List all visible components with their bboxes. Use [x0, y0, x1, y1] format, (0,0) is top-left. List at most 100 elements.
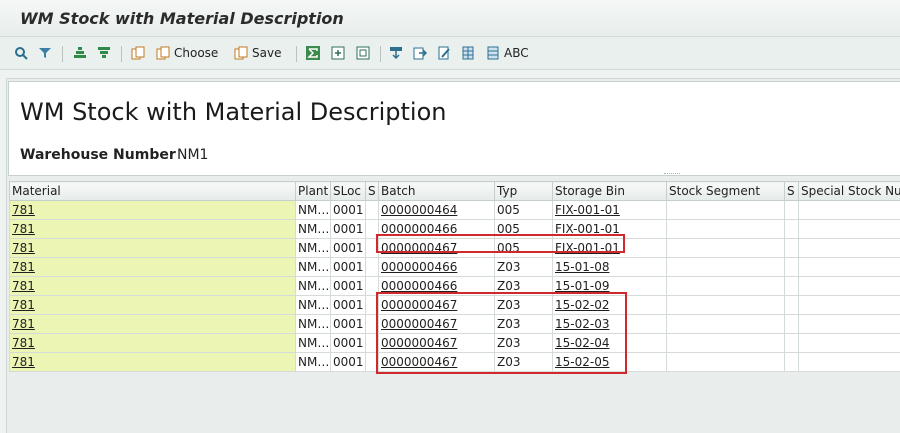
- abc-analysis-button[interactable]: ABC: [486, 43, 529, 63]
- sort-ascending-icon[interactable]: [73, 43, 87, 63]
- cell-storage-bin[interactable]: 15-02-02: [553, 296, 667, 315]
- storage-bin-value[interactable]: 15-02-03: [555, 317, 609, 331]
- column-header-s2[interactable]: S: [785, 182, 799, 201]
- splitter-handle[interactable]: [664, 173, 680, 177]
- cell-batch[interactable]: 0000000467: [379, 239, 495, 258]
- material-value[interactable]: 781: [12, 241, 35, 255]
- cell-material[interactable]: 781: [10, 201, 296, 220]
- cell-batch[interactable]: 0000000467: [379, 315, 495, 334]
- batch-value[interactable]: 0000000467: [381, 355, 457, 369]
- column-header-stock-segment[interactable]: Stock Segment: [667, 182, 785, 201]
- storage-bin-value[interactable]: FIX-001-01: [555, 203, 620, 217]
- batch-value[interactable]: 0000000466: [381, 222, 457, 236]
- cell-storage-bin[interactable]: 15-01-08: [553, 258, 667, 277]
- cell-batch[interactable]: 0000000464: [379, 201, 495, 220]
- expand-icon[interactable]: [356, 43, 370, 63]
- column-header-s[interactable]: S: [366, 182, 379, 201]
- subtotal-icon[interactable]: [331, 43, 345, 63]
- cell-storage-bin[interactable]: FIX-001-01: [553, 239, 667, 258]
- detail-icon[interactable]: [14, 43, 28, 63]
- material-value[interactable]: 781: [12, 260, 35, 274]
- cell-batch[interactable]: 0000000467: [379, 353, 495, 372]
- change-layout-icon[interactable]: [437, 43, 451, 63]
- cell-material[interactable]: 781: [10, 296, 296, 315]
- cell-material[interactable]: 781: [10, 315, 296, 334]
- table-row[interactable]: 781NM…00010000000466Z0315-01-09: [10, 277, 900, 296]
- sum-icon[interactable]: [306, 43, 320, 63]
- sloc-value: 0001: [333, 298, 364, 312]
- table-row[interactable]: 781NM…00010000000467005FIX-001-01: [10, 239, 900, 258]
- material-value[interactable]: 781: [12, 279, 35, 293]
- page-title: WM Stock with Material Description: [20, 98, 446, 126]
- spreadsheet-icon[interactable]: [461, 43, 475, 63]
- batch-value[interactable]: 0000000467: [381, 317, 457, 331]
- cell-batch[interactable]: 0000000466: [379, 220, 495, 239]
- table-row[interactable]: 781NM…00010000000467Z0315-02-03: [10, 315, 900, 334]
- sloc-value: 0001: [333, 260, 364, 274]
- column-header-special-stock-num[interactable]: Special Stock Num: [799, 182, 900, 201]
- material-value[interactable]: 781: [12, 222, 35, 236]
- column-header-storage-bin[interactable]: Storage Bin: [553, 182, 667, 201]
- column-header-sloc[interactable]: SLoc: [331, 182, 366, 201]
- cell-storage-bin[interactable]: 15-02-05: [553, 353, 667, 372]
- cell-material[interactable]: 781: [10, 277, 296, 296]
- cell-storage-bin[interactable]: 15-02-04: [553, 334, 667, 353]
- save-button[interactable]: Save: [234, 43, 281, 63]
- cell-storage-bin[interactable]: FIX-001-01: [553, 201, 667, 220]
- storage-bin-value[interactable]: FIX-001-01: [555, 241, 620, 255]
- batch-value[interactable]: 0000000467: [381, 241, 457, 255]
- storage-bin-value[interactable]: 15-01-09: [555, 279, 609, 293]
- storage-bin-value[interactable]: 15-02-02: [555, 298, 609, 312]
- table-row[interactable]: 781NM…00010000000464005FIX-001-01: [10, 201, 900, 220]
- choose-icon: [156, 46, 170, 60]
- batch-value[interactable]: 0000000467: [381, 336, 457, 350]
- cell-material[interactable]: 781: [10, 353, 296, 372]
- batch-value[interactable]: 0000000466: [381, 279, 457, 293]
- column-header-typ[interactable]: Typ: [495, 182, 553, 201]
- cell-batch[interactable]: 0000000467: [379, 334, 495, 353]
- cell-storage-bin[interactable]: FIX-001-01: [553, 220, 667, 239]
- batch-value[interactable]: 0000000466: [381, 260, 457, 274]
- cell-batch[interactable]: 0000000466: [379, 277, 495, 296]
- cell-material[interactable]: 781: [10, 258, 296, 277]
- storage-bin-value[interactable]: 15-02-04: [555, 336, 609, 350]
- cell-batch[interactable]: 0000000467: [379, 296, 495, 315]
- cell-material[interactable]: 781: [10, 334, 296, 353]
- cell-material[interactable]: 781: [10, 220, 296, 239]
- cell-material[interactable]: 781: [10, 239, 296, 258]
- typ-value: Z03: [497, 317, 521, 331]
- column-header-batch[interactable]: Batch: [379, 182, 495, 201]
- batch-value[interactable]: 0000000464: [381, 203, 457, 217]
- batch-value[interactable]: 0000000467: [381, 298, 457, 312]
- material-value[interactable]: 781: [12, 203, 35, 217]
- sort-descending-icon[interactable]: [97, 43, 111, 63]
- cell-special-stock-num: [799, 201, 900, 220]
- column-header-plant[interactable]: Plant: [296, 182, 331, 201]
- storage-bin-value[interactable]: FIX-001-01: [555, 222, 620, 236]
- material-value[interactable]: 781: [12, 336, 35, 350]
- typ-value: Z03: [497, 336, 521, 350]
- choose-button[interactable]: Choose: [156, 43, 218, 63]
- storage-bin-value[interactable]: 15-02-05: [555, 355, 609, 369]
- filter-icon[interactable]: [38, 43, 52, 63]
- cell-storage-bin[interactable]: 15-01-09: [553, 277, 667, 296]
- print-preview-icon[interactable]: [389, 43, 403, 63]
- cell-batch[interactable]: 0000000466: [379, 258, 495, 277]
- material-value[interactable]: 781: [12, 298, 35, 312]
- table-row[interactable]: 781NM…00010000000467Z0315-02-05: [10, 353, 900, 372]
- material-value[interactable]: 781: [12, 355, 35, 369]
- column-header-material[interactable]: Material: [10, 182, 296, 201]
- cell-stock-segment: [667, 334, 785, 353]
- toolbar: Choose Save ABC: [0, 37, 900, 70]
- cell-storage-bin[interactable]: 15-02-03: [553, 315, 667, 334]
- table-row[interactable]: 781NM…00010000000467Z0315-02-04: [10, 334, 900, 353]
- export-icon[interactable]: [413, 43, 427, 63]
- table-row[interactable]: 781NM…00010000000466005FIX-001-01: [10, 220, 900, 239]
- cell-s: [366, 239, 379, 258]
- copy-icon[interactable]: [131, 43, 145, 63]
- material-value[interactable]: 781: [12, 317, 35, 331]
- table-row[interactable]: 781NM…00010000000466Z0315-01-08: [10, 258, 900, 277]
- storage-bin-value[interactable]: 15-01-08: [555, 260, 609, 274]
- cell-special-stock-num: [799, 258, 900, 277]
- table-row[interactable]: 781NM…00010000000467Z0315-02-02: [10, 296, 900, 315]
